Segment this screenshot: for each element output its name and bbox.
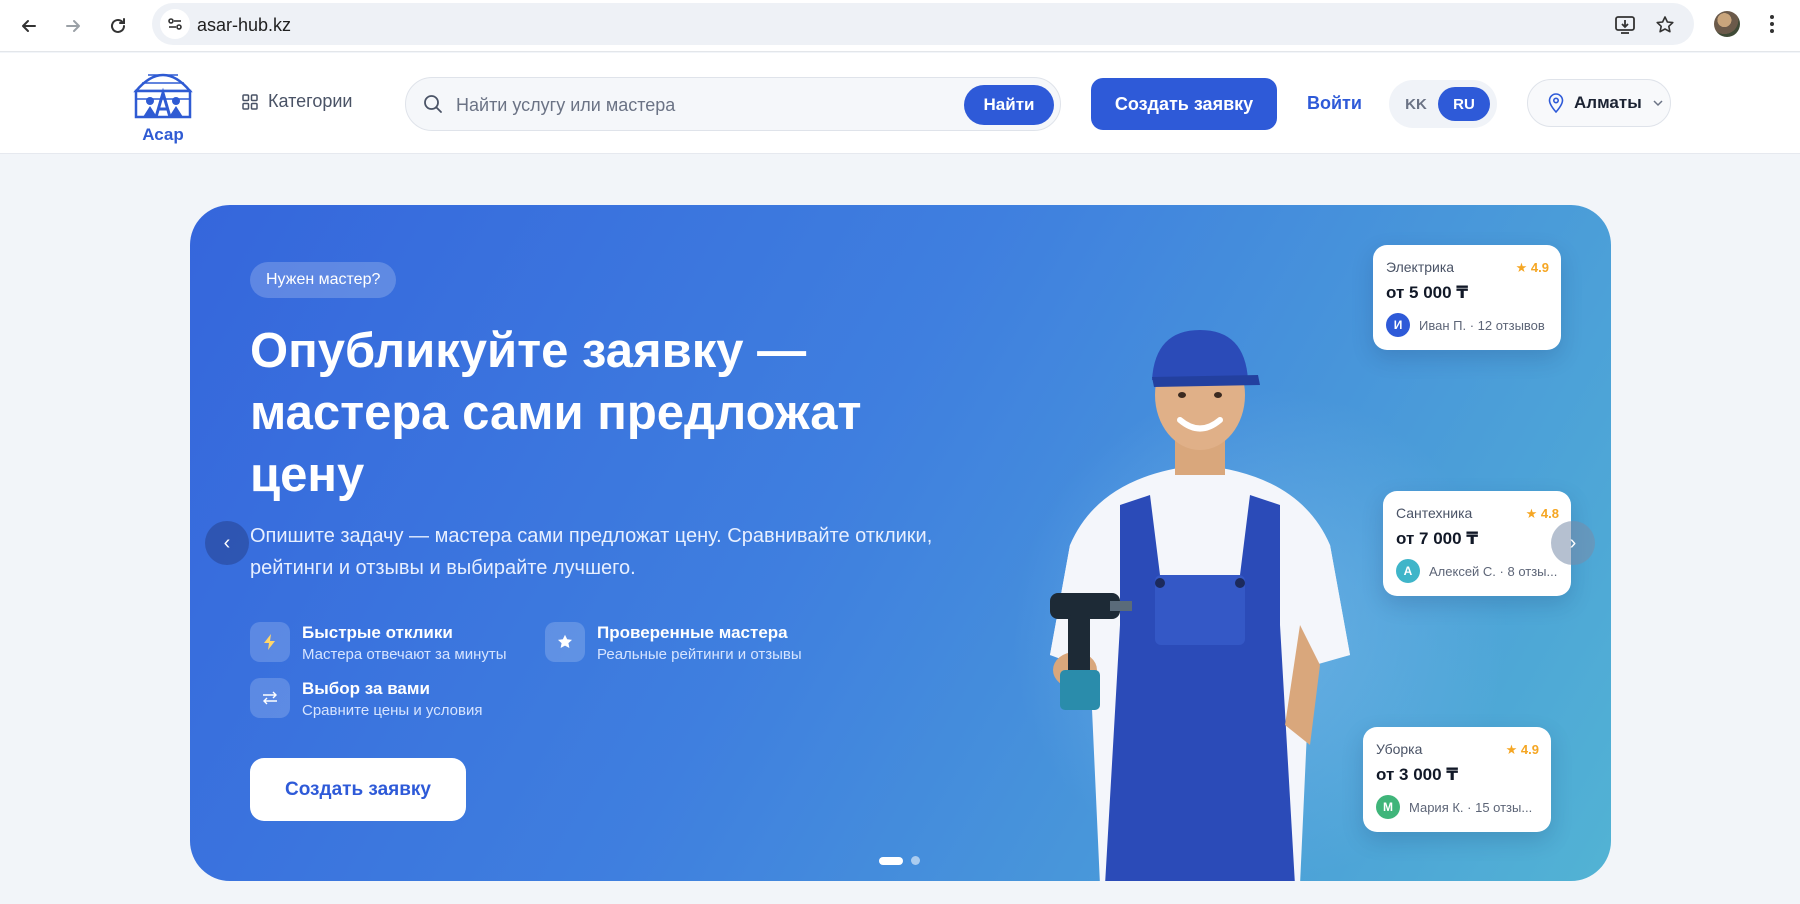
categories-label: Категории <box>268 91 353 111</box>
review-card-electric[interactable]: Электрика ★ 4.9 от 5 000 ₸ И Иван П. · 1… <box>1373 245 1561 350</box>
card-rating: ★ 4.9 <box>1515 260 1549 275</box>
feature-your-choice: Выбор за вами Сравните цены и условия <box>250 678 482 719</box>
hero-pill: Нужен мастер? <box>250 262 397 298</box>
carousel-next-button[interactable]: › <box>1551 521 1595 565</box>
search-bar: Найти <box>405 77 1061 131</box>
forward-icon[interactable] <box>58 11 88 41</box>
card-author-text: Иван П. · 12 отзывов <box>1419 317 1545 333</box>
city-label: Алматы <box>1574 93 1642 112</box>
categories-button[interactable]: Категории <box>242 91 352 112</box>
carousel-dot[interactable] <box>911 856 920 865</box>
card-rating: ★ 4.9 <box>1505 742 1539 757</box>
card-rating-value: 4.9 <box>1520 742 1539 757</box>
site-header: Асар Категории Найти Создать заявку Войт… <box>0 53 1800 154</box>
feature-title: Проверенные мастера <box>597 623 788 642</box>
create-request-button[interactable]: Создать заявку <box>1091 78 1277 130</box>
hero-banner: Нужен мастер? Опубликуйте заявку — масте… <box>190 205 1611 881</box>
worker-illustration <box>1050 330 1350 881</box>
lang-ru-option[interactable]: RU <box>1438 87 1490 121</box>
yurt-logo-icon <box>133 73 193 119</box>
feature-verified-masters: Проверенные мастера Реальные рейтинги и … <box>545 622 802 663</box>
more-menu-icon[interactable] <box>1760 12 1784 36</box>
review-card-plumbing[interactable]: Сантехника ★ 4.8 от 7 000 ₸ А Алексей С.… <box>1383 491 1571 596</box>
card-price: от 7 000 ₸ <box>1396 529 1479 548</box>
login-link[interactable]: Войти <box>1307 93 1362 114</box>
avatar: М <box>1376 795 1400 819</box>
reload-icon[interactable] <box>103 11 133 41</box>
address-bar[interactable]: asar-hub.kz <box>152 3 1694 45</box>
star-icon <box>545 622 585 662</box>
bookmark-star-icon[interactable] <box>1652 12 1678 38</box>
card-rating-value: 4.9 <box>1530 260 1549 275</box>
carousel-prev-button[interactable]: ‹ <box>205 521 249 565</box>
profile-avatar[interactable] <box>1714 11 1740 37</box>
avatar: И <box>1386 313 1410 337</box>
carousel-dot-active[interactable] <box>879 856 903 865</box>
card-author-text: Алексей С. · 8 отзы... <box>1429 563 1558 579</box>
feature-title: Выбор за вами <box>302 679 430 698</box>
feature-title: Быстрые отклики <box>302 623 453 642</box>
back-icon[interactable] <box>14 11 44 41</box>
asar-logo[interactable]: Асар <box>128 61 198 145</box>
review-card-cleaning[interactable]: Уборка ★ 4.9 от 3 000 ₸ М Мария К. · 15 … <box>1363 727 1551 832</box>
search-icon <box>424 95 442 113</box>
search-input[interactable] <box>456 90 936 120</box>
card-price: от 3 000 ₸ <box>1376 765 1459 784</box>
card-author-text: Мария К. · 15 отзы... <box>1409 799 1533 815</box>
card-price: от 5 000 ₸ <box>1386 283 1469 302</box>
feature-subtitle: Мастера отвечают за минуты <box>302 646 507 663</box>
install-app-icon[interactable] <box>1612 12 1638 38</box>
grid-icon <box>242 93 258 110</box>
card-rating-value: 4.8 <box>1540 506 1559 521</box>
hero-headline: Опубликуйте заявку — мастера сами предло… <box>250 324 862 502</box>
lightning-icon <box>250 622 290 662</box>
carousel-dots <box>879 856 920 865</box>
card-author: М Мария К. · 15 отзы... <box>1376 795 1538 819</box>
swap-icon <box>250 678 290 718</box>
city-selector[interactable]: Алматы <box>1527 79 1671 127</box>
hero-subtitle: Опишите задачу — мастера сами предложат … <box>250 525 933 579</box>
language-switcher: KK RU <box>1389 80 1497 128</box>
feature-fast-responses: Быстрые отклики Мастера отвечают за мину… <box>250 622 507 663</box>
hero-create-request-button[interactable]: Создать заявку <box>250 758 466 821</box>
browser-toolbar: asar-hub.kz <box>0 0 1800 52</box>
feature-subtitle: Реальные рейтинги и отзывы <box>597 646 802 663</box>
card-author: А Алексей С. · 8 отзы... <box>1396 559 1558 583</box>
chevron-down-icon <box>1653 100 1663 107</box>
lang-kk-option[interactable]: KK <box>1399 88 1433 120</box>
card-author: И Иван П. · 12 отзывов <box>1386 313 1548 337</box>
feature-subtitle: Сравните цены и условия <box>302 702 483 719</box>
card-rating: ★ 4.8 <box>1525 506 1559 521</box>
url-text[interactable]: asar-hub.kz <box>197 15 291 36</box>
logo-text: Асар <box>142 125 184 144</box>
location-pin-icon <box>1548 93 1564 113</box>
search-button[interactable]: Найти <box>964 85 1054 125</box>
site-settings-icon[interactable] <box>160 9 190 39</box>
avatar: А <box>1396 559 1420 583</box>
